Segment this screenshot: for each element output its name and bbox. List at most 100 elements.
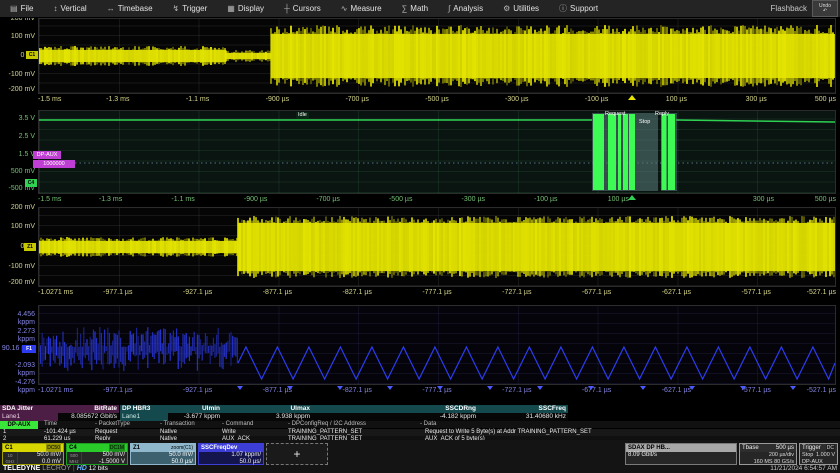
datetime-display: 11/21/2024 6:54:57 AM bbox=[770, 465, 837, 472]
analyzer-name: SDAX DP HB... bbox=[628, 444, 670, 452]
undo-button[interactable]: Undo↶ bbox=[812, 0, 838, 17]
descriptor-c1[interactable]: C1DC50 10 GHz 50.0 mV/0.0 mV bbox=[2, 443, 64, 465]
menu-item-utilities[interactable]: ⚙Utilities bbox=[493, 0, 549, 17]
cell-address: TRAINING_PATTERN_SET bbox=[288, 429, 362, 436]
c4-trace bbox=[39, 111, 835, 193]
f1-trace bbox=[39, 306, 835, 384]
menu-bar: ▤File ↕Vertical ↔Timebase ↯Trigger ▦Disp… bbox=[0, 0, 840, 18]
zoom-source: zoom(C1) bbox=[171, 444, 193, 452]
column-header[interactable]: - DPConfigReq / I2C Address bbox=[288, 421, 366, 428]
measure-title: DP HBR3 bbox=[120, 405, 168, 413]
bus-label-dp-aux[interactable]: DP-AUX bbox=[33, 151, 61, 159]
cell-transaction: Native bbox=[160, 429, 177, 436]
z1-offset-marker[interactable]: Z1 bbox=[24, 243, 36, 251]
time-axis-grid1: -1.5 ms-1.3 ms-1.1 ms-900 µs-700 µs-500 … bbox=[38, 95, 836, 106]
y-axis-label: 4.456 kppm bbox=[0, 311, 35, 327]
cell-packet: Request bbox=[95, 429, 117, 436]
vdiv-value: 500 mV/ bbox=[82, 452, 125, 459]
descriptor-f1-sscfreqdev[interactable]: SSCFreqDev 1.07 kppm/50.0 µs/ bbox=[198, 443, 264, 465]
status-bar: C1DC50 10 GHz 50.0 mV/0.0 mV C4DC1M 500 … bbox=[0, 440, 840, 473]
trace-name: Z1 bbox=[133, 444, 140, 452]
cell-data: Request to Write 5 Byte(s) at Addr TRAIN… bbox=[425, 429, 592, 436]
menu-label: Timebase bbox=[118, 4, 153, 13]
c1-offset-marker[interactable]: C1 bbox=[26, 51, 38, 59]
menu-item-vertical[interactable]: ↕Vertical bbox=[43, 0, 96, 17]
y-axis-label: -200 mV bbox=[0, 86, 35, 94]
param-value: 31.40680 kHz bbox=[478, 413, 568, 421]
trigger-time-marker-grid2[interactable] bbox=[628, 195, 636, 200]
brand-logo: TELEDYNE LECROY | HD 12 bits bbox=[3, 465, 108, 472]
menu-item-support[interactable]: ⓘSupport bbox=[549, 0, 608, 17]
z1-trace bbox=[39, 208, 835, 286]
row-index: 1 bbox=[3, 429, 6, 436]
time-axis-grid2: -1.5 ms-1.3 ms-1.1 ms-900 µs-700 µs-500 … bbox=[38, 195, 836, 206]
y-axis-label: -100 mV bbox=[0, 263, 35, 271]
column-header[interactable]: Time bbox=[44, 421, 57, 428]
menu-item-math[interactable]: ∑Math bbox=[392, 0, 439, 17]
menu-item-cursors[interactable]: ┼Cursors bbox=[274, 0, 331, 17]
cursors-icon: ┼ bbox=[284, 4, 290, 13]
lecroy-logo: LECROY bbox=[42, 465, 71, 472]
trace-name: SSCFreqDev bbox=[201, 444, 237, 452]
param-value: 3.938 kppm bbox=[222, 413, 312, 421]
bitrate-value: 8.09 Gbit/s bbox=[626, 452, 736, 459]
flashback-label[interactable]: Flashback bbox=[771, 4, 812, 13]
utilities-icon: ⚙ bbox=[503, 4, 510, 13]
coupling-badge: DC1M bbox=[109, 444, 125, 452]
decode-tab-dp-aux[interactable]: DP-AUX bbox=[0, 421, 38, 429]
menu-item-display[interactable]: ▦Display bbox=[217, 0, 274, 17]
menu-item-analysis[interactable]: ∫Analysis bbox=[438, 0, 493, 17]
y-axis-label: 3.5 V bbox=[0, 115, 35, 123]
trigger-time-marker-grid1[interactable] bbox=[628, 95, 636, 100]
c4-offset-marker[interactable]: C4 bbox=[25, 179, 37, 187]
undo-arrow-icon: ↶ bbox=[823, 9, 827, 14]
bandwidth-label: 10 GHz bbox=[3, 452, 18, 466]
ssc-marker-icon bbox=[588, 386, 594, 390]
waveform-grid-3[interactable] bbox=[38, 207, 836, 287]
decode-state-idle: Idle bbox=[296, 112, 309, 119]
trigger-mode: Stop bbox=[802, 452, 813, 459]
f1-offset-marker[interactable]: F1 bbox=[22, 345, 36, 353]
decode-row[interactable]: 1 -101.424 µs Request Native Write TRAIN… bbox=[0, 429, 840, 436]
bit-depth-label: 12 bits bbox=[89, 465, 108, 472]
bandwidth-label: 500 MHz bbox=[67, 452, 82, 466]
param-value: -4.182 kppm bbox=[312, 413, 478, 421]
decode-state-reply: Reply bbox=[655, 111, 669, 118]
descriptor-trigger[interactable]: TriggerDC Stop1.000 V DP-AUX bbox=[799, 443, 838, 465]
add-trace-button[interactable]: + bbox=[266, 443, 328, 465]
menu-item-timebase[interactable]: ↔Timebase bbox=[97, 0, 163, 17]
vertical-icon: ↕ bbox=[53, 4, 57, 13]
coupling-badge: DC50 bbox=[46, 444, 61, 452]
channel-name: C1 bbox=[5, 444, 13, 452]
column-header[interactable]: - Command bbox=[222, 421, 253, 428]
column-header[interactable]: - PacketType bbox=[95, 421, 130, 428]
descriptor-sdax[interactable]: SDAX DP HB... 8.09 Gbit/s bbox=[625, 443, 737, 465]
decode-state-request: Request bbox=[605, 111, 626, 118]
param-name: SSCFreq bbox=[478, 405, 568, 413]
descriptor-z1[interactable]: Z1zoom(C1) 50.0 mV/50.0 µs/ bbox=[130, 443, 196, 465]
tdiv-value: 50.0 µs/ bbox=[131, 459, 193, 466]
ssc-marker-icon bbox=[689, 386, 695, 390]
menu-item-trigger[interactable]: ↯Trigger bbox=[163, 0, 218, 17]
column-header[interactable]: - Data bbox=[420, 421, 436, 428]
column-header[interactable]: - Transaction bbox=[160, 421, 195, 428]
analysis-icon: ∫ bbox=[448, 4, 450, 13]
cell-command: Write bbox=[222, 429, 236, 436]
descriptor-timebase[interactable]: Tbase500 µs 200 µs/div 160 MS 80 GS/s bbox=[739, 443, 797, 465]
waveform-grid-4[interactable] bbox=[38, 305, 836, 385]
menu-item-measure[interactable]: ∿Measure bbox=[331, 0, 392, 17]
ssc-marker-icon bbox=[487, 386, 493, 390]
menu-label: Trigger bbox=[182, 4, 207, 13]
menu-label: Math bbox=[410, 4, 428, 13]
hd-logo: HD bbox=[77, 465, 87, 472]
waveform-grid-2[interactable] bbox=[38, 110, 836, 194]
ssc-marker-icon bbox=[387, 386, 393, 390]
waveform-grid-1[interactable] bbox=[38, 18, 836, 94]
measure-title: SDA Jitter bbox=[0, 405, 58, 413]
support-icon: ⓘ bbox=[559, 3, 567, 14]
param-name: UImax bbox=[222, 405, 312, 413]
descriptor-c4[interactable]: C4DC1M 500 MHz 500 mV/-1.5000 V bbox=[66, 443, 128, 465]
menu-item-file[interactable]: ▤File bbox=[0, 0, 43, 17]
y-axis-label: -200 mV bbox=[0, 279, 35, 287]
y-axis-label: -4.276 kppm bbox=[0, 379, 35, 395]
